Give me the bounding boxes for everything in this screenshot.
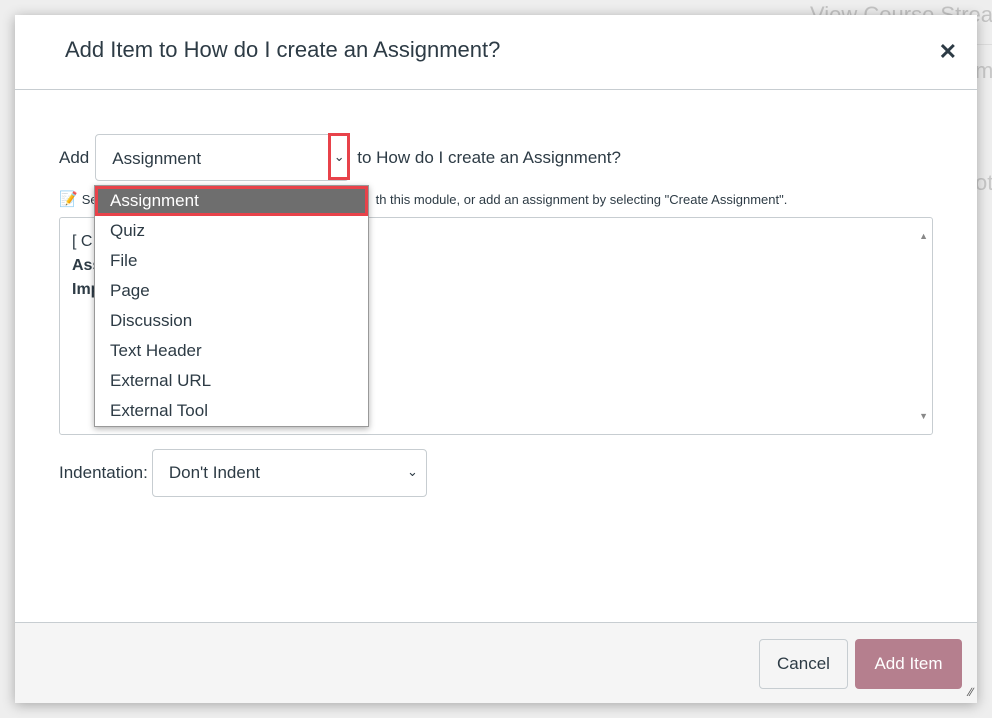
add-label: Add: [59, 147, 90, 167]
edit-document-icon: 📝: [59, 191, 78, 208]
cancel-button[interactable]: Cancel: [759, 639, 848, 689]
dialog-header: Add Item to How do I create an Assignmen…: [15, 15, 977, 90]
option-text-header[interactable]: Text Header: [95, 336, 368, 366]
option-quiz[interactable]: Quiz: [95, 216, 368, 246]
item-type-select[interactable]: Assignment ⌄: [95, 133, 351, 181]
add-item-dialog: Add Item to How do I create an Assignmen…: [15, 15, 977, 703]
option-assignment[interactable]: Assignment: [95, 186, 368, 216]
bg-fragment: me: [975, 58, 992, 83]
option-external-tool[interactable]: External Tool: [95, 396, 368, 426]
scroll-up-icon[interactable]: ▲: [919, 224, 928, 248]
hint-body: th this module, or add an assignment by …: [375, 191, 788, 207]
add-item-button[interactable]: Add Item: [855, 639, 962, 689]
item-type-value: Assignment: [112, 149, 202, 168]
resize-handle-icon[interactable]: ∕∕: [969, 685, 973, 699]
close-icon[interactable]: ✕: [939, 39, 957, 65]
item-type-dropdown: Assignment Quiz File Page Discussion Tex…: [94, 185, 369, 427]
scroll-down-icon[interactable]: ▼: [919, 404, 928, 428]
to-module-label: to How do I create an Assignment?: [357, 147, 621, 167]
option-file[interactable]: File: [95, 246, 368, 276]
chevron-down-icon: ⌄: [406, 464, 418, 479]
add-type-row: Add Assignment ⌄ to How do I create an A…: [59, 133, 621, 181]
bg-fragment: oti: [975, 170, 992, 195]
option-discussion[interactable]: Discussion: [95, 306, 368, 336]
option-external-url[interactable]: External URL: [95, 366, 368, 396]
option-page[interactable]: Page: [95, 276, 368, 306]
indentation-label: Indentation:: [59, 463, 148, 482]
indentation-value: Don't Indent: [168, 463, 261, 482]
dialog-title: Add Item to How do I create an Assignmen…: [65, 37, 501, 62]
chevron-down-icon[interactable]: ⌄: [328, 133, 351, 180]
dialog-footer: Cancel Add Item ∕∕: [15, 622, 977, 703]
indentation-select[interactable]: Don't Indent ⌄: [151, 449, 427, 497]
indentation-row: Indentation: Don't Indent ⌄: [59, 449, 427, 497]
